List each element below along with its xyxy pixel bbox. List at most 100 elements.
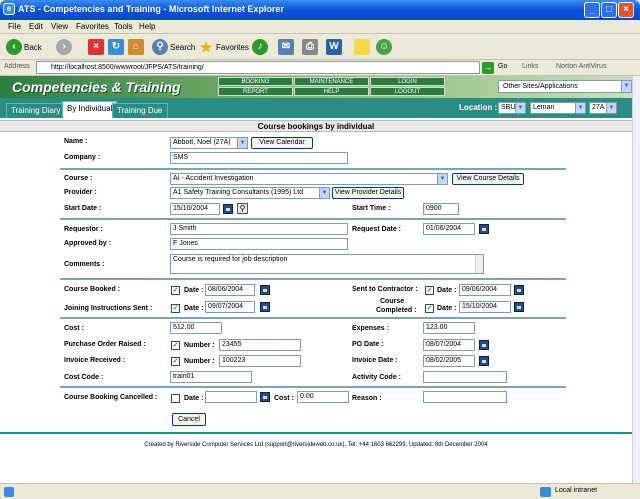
menu-file[interactable]: File xyxy=(8,22,21,31)
nav-login[interactable]: LOGIN xyxy=(370,77,445,86)
calendar-icon[interactable] xyxy=(479,340,489,350)
start-time-field[interactable]: 0900 xyxy=(423,203,459,215)
view-provider-details-button[interactable]: View Provider Details xyxy=(332,187,404,199)
printer-icon: ⎙ xyxy=(302,39,318,55)
course-booked-date-field[interactable]: 08/06/2004 xyxy=(205,284,255,296)
messenger-button[interactable]: ☺ xyxy=(376,38,392,56)
close-icon[interactable]: × xyxy=(618,2,634,18)
cost-code-field[interactable]: train01 xyxy=(170,371,252,383)
media-button[interactable]: ♪ xyxy=(252,38,268,56)
cancel-cost-label: Cost : xyxy=(274,395,294,402)
activity-code-field[interactable] xyxy=(423,371,507,383)
location-site-select[interactable]: SBU ▼ xyxy=(498,102,526,114)
maximize-icon[interactable]: □ xyxy=(601,2,617,18)
menu-help[interactable]: Help xyxy=(139,22,155,31)
calendar-icon[interactable] xyxy=(479,356,489,366)
go-button[interactable]: Go xyxy=(498,63,507,70)
refresh-button[interactable]: ↻ xyxy=(108,38,124,56)
search-button[interactable]: ⚲ Search xyxy=(152,38,195,56)
chevron-down-icon: ▼ xyxy=(621,81,631,92)
menu-favorites[interactable]: Favorites xyxy=(76,22,109,31)
calendar-icon[interactable] xyxy=(260,392,270,402)
tab-training-due[interactable]: Training Due xyxy=(112,103,168,118)
tab-by-individual[interactable]: By Individual xyxy=(62,101,118,118)
po-date-field[interactable]: 08/07/2004 xyxy=(423,339,475,351)
cancelled-checkbox[interactable] xyxy=(171,394,180,403)
home-button[interactable]: ⌂ xyxy=(128,38,144,56)
invoice-date-field[interactable]: 08/02/2005 xyxy=(423,355,475,367)
menu-view[interactable]: View xyxy=(51,22,68,31)
po-raised-checkbox[interactable]: ✓ xyxy=(171,341,180,350)
company-field[interactable]: SMS xyxy=(170,152,348,164)
sent-contractor-date-field[interactable]: 09/06/2004 xyxy=(459,284,511,296)
discuss-button[interactable] xyxy=(354,38,370,56)
request-date-field[interactable]: 01/06/2004 xyxy=(423,223,475,235)
cancelled-date-field[interactable] xyxy=(205,391,257,403)
minimize-icon[interactable]: _ xyxy=(584,2,600,18)
nav-booking[interactable]: BOOKING xyxy=(218,77,293,86)
provider-select[interactable]: A1 Safety Training Consultants (1995) Lt… xyxy=(170,187,330,199)
calendar-icon[interactable] xyxy=(514,302,524,312)
forward-button[interactable]: › xyxy=(56,38,72,56)
completed-date-field[interactable]: 15/10/2004 xyxy=(459,301,511,313)
nav-report[interactable]: REPORT xyxy=(218,87,293,96)
po-number-field[interactable]: 23455 xyxy=(219,339,301,351)
calendar-icon[interactable] xyxy=(479,224,489,234)
expenses-field[interactable]: 123.00 xyxy=(423,322,475,334)
invoice-number-field[interactable]: 100223 xyxy=(219,355,301,367)
comments-textarea[interactable]: Course is required for job description xyxy=(170,254,484,274)
magnifier-icon[interactable]: ⚲ xyxy=(237,203,248,214)
calendar-icon[interactable] xyxy=(223,204,233,214)
url-input[interactable]: http://localhost:8500/wwwroot/JFPS/ATS/t… xyxy=(36,61,480,74)
calendar-icon[interactable] xyxy=(260,302,270,312)
edit-button[interactable]: W xyxy=(326,38,342,56)
company-label: Company : xyxy=(64,154,101,161)
joining-date-field[interactable]: 09/07/2004 xyxy=(205,301,255,313)
footer-text: Created by Riverside Computer Services L… xyxy=(144,442,488,448)
favorites-button[interactable]: ★ Favorites xyxy=(198,38,249,56)
divider xyxy=(60,317,566,319)
links-button[interactable]: Links xyxy=(522,63,538,70)
menu-edit[interactable]: Edit xyxy=(29,22,43,31)
chevron-down-icon: ▼ xyxy=(575,103,585,113)
calendar-icon[interactable] xyxy=(514,285,524,295)
mail-button[interactable]: ✉ xyxy=(278,38,294,56)
menu-tools[interactable]: Tools xyxy=(114,22,133,31)
window-titlebar[interactable]: e ATS - Competencies and Training - Micr… xyxy=(0,0,640,20)
app-title: Competencies & Training xyxy=(12,79,181,95)
number-label: Number : xyxy=(184,342,215,349)
cost-field[interactable]: 512.00 xyxy=(170,322,222,334)
page-scrollbar[interactable] xyxy=(632,76,640,483)
nav-logout[interactable]: LOGOUT xyxy=(370,87,445,96)
view-calendar-button[interactable]: View Calendar xyxy=(251,137,313,149)
chevron-down-icon: ▼ xyxy=(319,188,329,198)
course-booked-checkbox[interactable]: ✓ xyxy=(171,286,180,295)
norton-button[interactable]: Norton AntiVirus xyxy=(556,63,606,70)
requestor-field[interactable]: J Smith xyxy=(170,223,348,235)
print-button[interactable]: ⎙ xyxy=(302,38,318,56)
go-arrow-icon[interactable]: → xyxy=(482,62,494,74)
cancel-cost-field[interactable]: 0.00 xyxy=(297,391,349,403)
name-select[interactable]: Abbott, Noel (27A) ▼ xyxy=(170,137,248,149)
cancel-button[interactable]: Cancel xyxy=(172,413,206,426)
sent-contractor-checkbox[interactable]: ✓ xyxy=(425,286,434,295)
divider xyxy=(60,218,566,220)
scrollbar[interactable] xyxy=(475,255,483,273)
stop-button[interactable]: × xyxy=(88,38,104,56)
back-button[interactable]: ‹ Back xyxy=(6,38,42,56)
course-completed-checkbox[interactable]: ✓ xyxy=(425,304,434,313)
other-sites-select[interactable]: Other Sites/Applications ▼ xyxy=(498,80,632,93)
view-course-details-button[interactable]: View Course Details xyxy=(452,173,524,185)
nav-maintenance[interactable]: MAINTENANCE xyxy=(294,77,369,86)
start-date-field[interactable]: 15/10/2004 xyxy=(170,203,220,215)
location-unit-select[interactable]: 27A ▼ xyxy=(589,102,617,114)
reason-field[interactable] xyxy=(423,391,507,403)
location-area-select[interactable]: Leman ▼ xyxy=(530,102,586,114)
joining-instructions-checkbox[interactable]: ✓ xyxy=(171,304,180,313)
tab-training-diary[interactable]: Training Diary xyxy=(6,103,66,118)
calendar-icon[interactable] xyxy=(260,285,270,295)
nav-help[interactable]: HELP xyxy=(294,87,369,96)
invoice-received-checkbox[interactable]: ✓ xyxy=(171,357,180,366)
approved-field[interactable]: F Jones xyxy=(170,238,348,250)
course-select[interactable]: AI - Accident Investigation ▼ xyxy=(170,173,448,185)
